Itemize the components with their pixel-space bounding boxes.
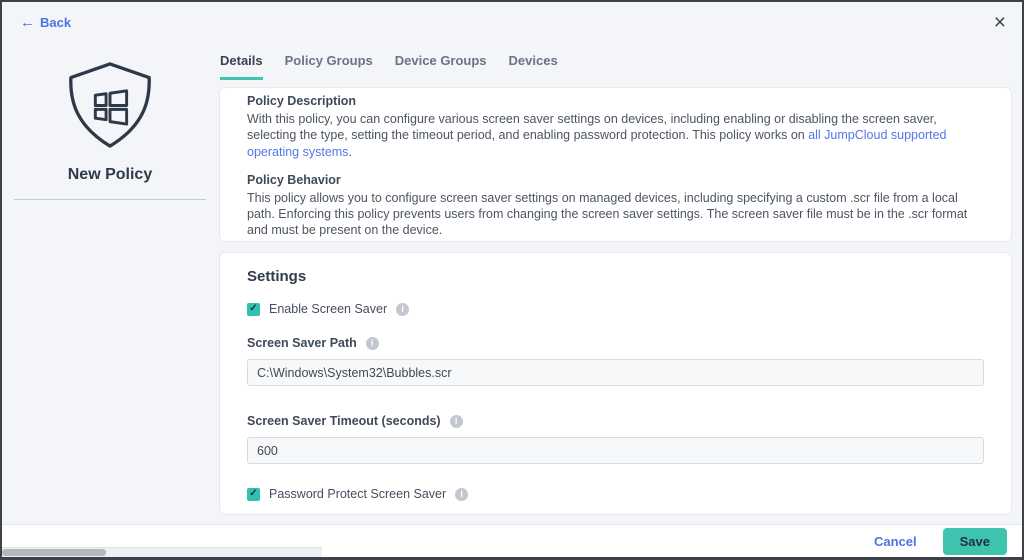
tab-device-groups[interactable]: Device Groups (395, 53, 487, 80)
horizontal-scrollbar[interactable] (2, 547, 322, 557)
policy-behavior-body: This policy allows you to configure scre… (247, 190, 984, 239)
screen-saver-path-input[interactable] (247, 359, 984, 386)
save-button[interactable]: Save (943, 528, 1007, 555)
policy-description-body: With this policy, you can configure vari… (247, 111, 984, 160)
enable-screen-saver-row: Enable Screen Saver i (247, 302, 984, 316)
enable-screen-saver-checkbox[interactable] (247, 303, 260, 316)
password-protect-label: Password Protect Screen Saver (269, 487, 446, 501)
close-icon[interactable]: × (994, 12, 1006, 33)
description-scroll-content: Policy Description With this policy, you… (247, 94, 984, 242)
screen-saver-path-label-row: Screen Saver Path i (247, 336, 984, 350)
tab-policy-groups[interactable]: Policy Groups (285, 53, 373, 80)
settings-heading: Settings (247, 268, 984, 285)
policy-description-card: Policy Description With this policy, you… (219, 87, 1012, 242)
tab-devices[interactable]: Devices (509, 53, 558, 80)
description-text-suffix: . (348, 145, 351, 159)
screen-saver-timeout-label: Screen Saver Timeout (seconds) (247, 414, 441, 428)
enable-screen-saver-label: Enable Screen Saver (269, 302, 387, 316)
shield-policy-icon (60, 60, 160, 150)
tab-bar: Details Policy Groups Device Groups Devi… (220, 53, 558, 80)
policy-summary-panel: New Policy (2, 2, 218, 522)
screen-saver-path-label: Screen Saver Path (247, 336, 357, 350)
password-protect-checkbox[interactable] (247, 488, 260, 501)
policy-description-heading: Policy Description (247, 94, 984, 108)
info-icon[interactable]: i (455, 488, 468, 501)
settings-card: Settings Enable Screen Saver i Screen Sa… (219, 252, 1012, 515)
horizontal-scrollbar-thumb[interactable] (2, 549, 106, 556)
policy-editor-window: ←Back × New Policy Details Policy Groups… (0, 0, 1024, 560)
screen-saver-timeout-label-row: Screen Saver Timeout (seconds) i (247, 414, 984, 428)
page-title: New Policy (2, 166, 218, 184)
policy-behavior-heading: Policy Behavior (247, 173, 984, 187)
info-icon[interactable]: i (396, 303, 409, 316)
info-icon[interactable]: i (450, 415, 463, 428)
cancel-button[interactable]: Cancel (874, 534, 917, 549)
divider (14, 199, 206, 200)
password-protect-row: Password Protect Screen Saver i (247, 487, 984, 501)
screen-saver-timeout-input[interactable] (247, 437, 984, 464)
info-icon[interactable]: i (366, 337, 379, 350)
tab-details[interactable]: Details (220, 53, 263, 80)
